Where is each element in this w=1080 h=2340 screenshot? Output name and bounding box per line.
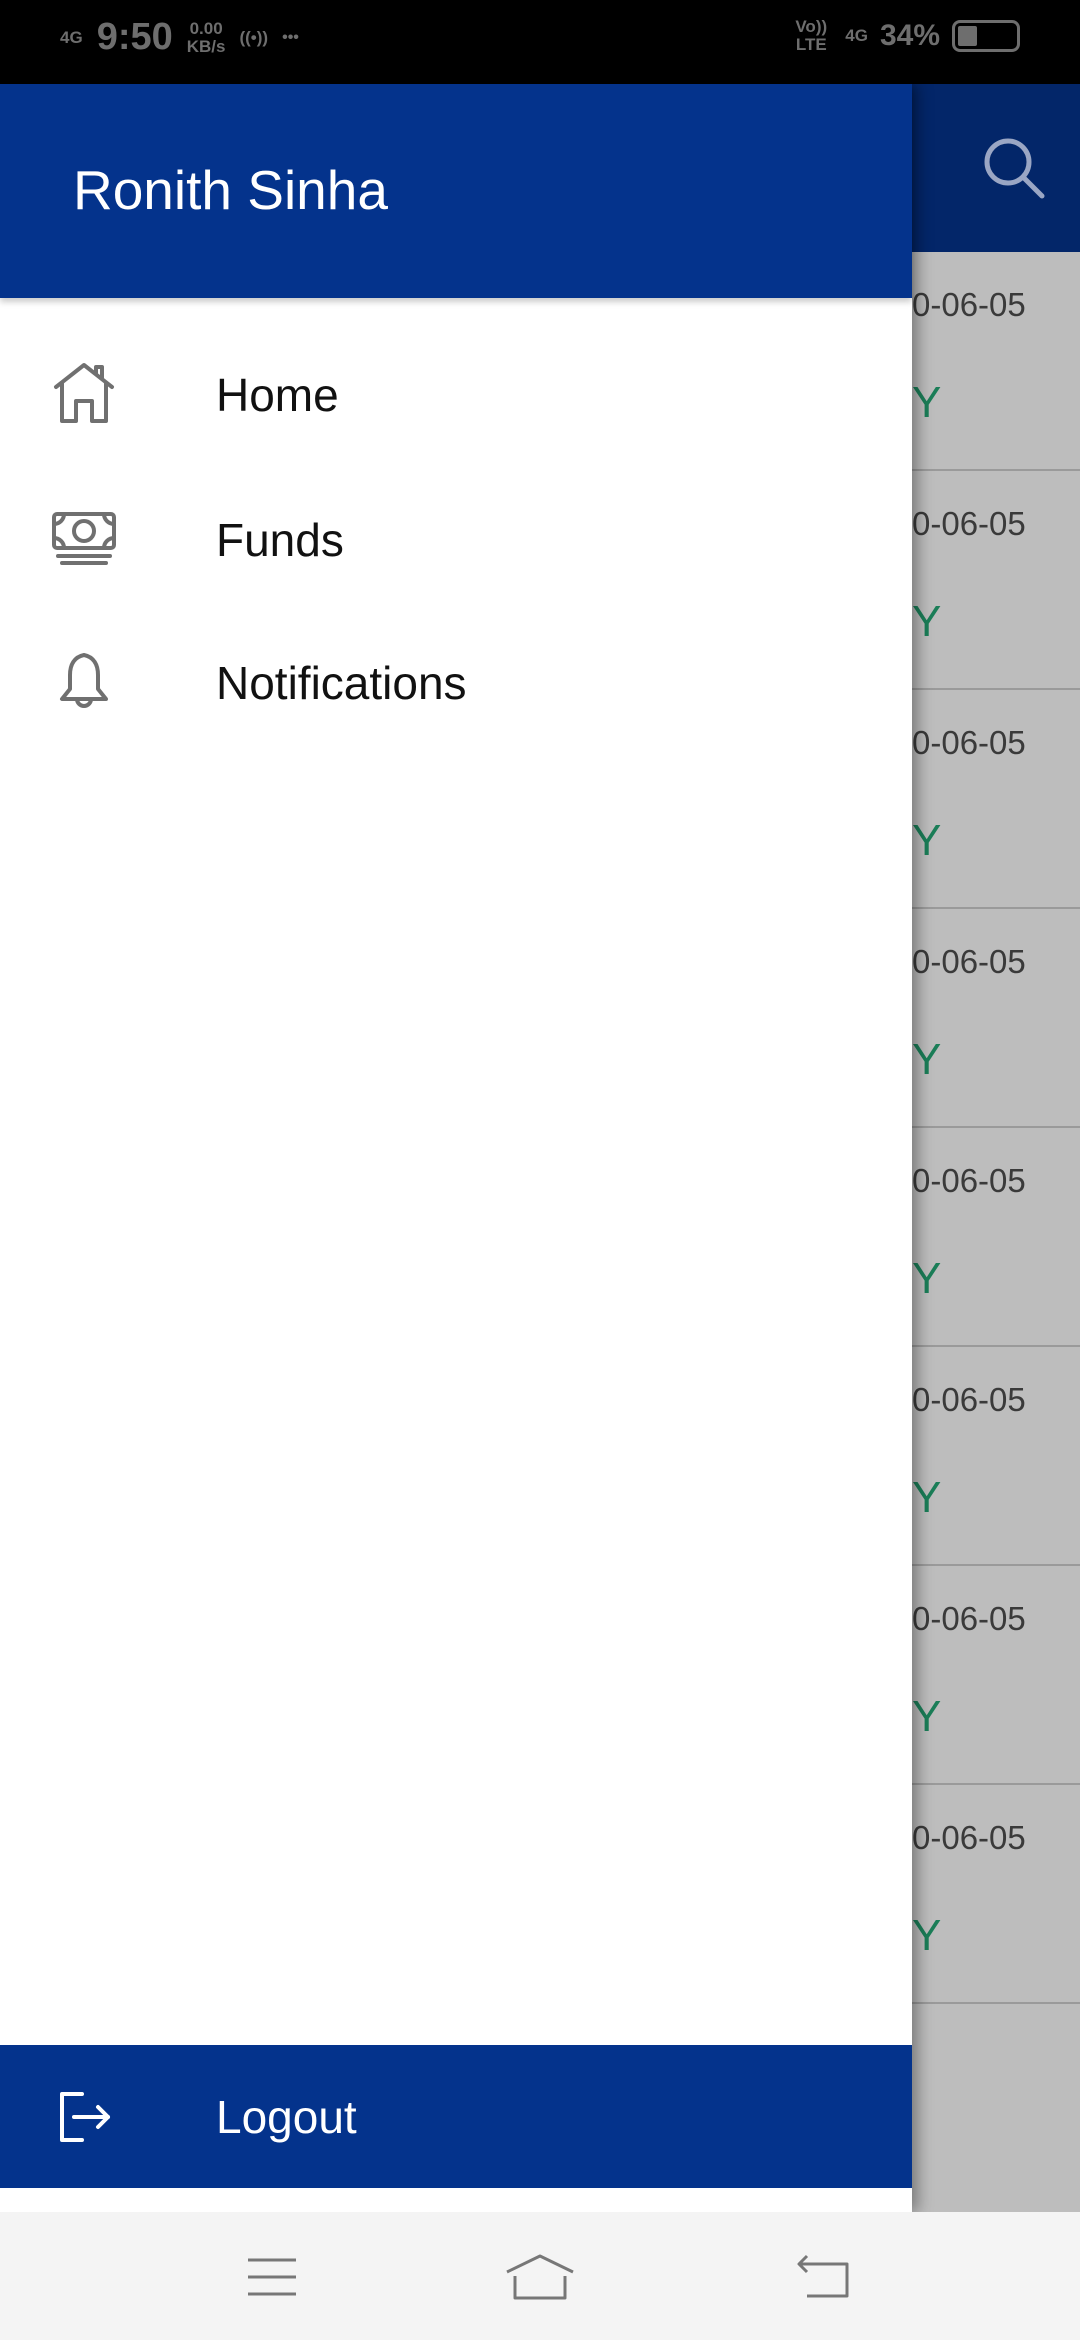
back-icon[interactable] (795, 2252, 855, 2302)
item-flag: Y (912, 1035, 942, 1084)
search-icon[interactable] (980, 134, 1050, 204)
item-flag: Y (912, 816, 942, 865)
item-flag: Y (912, 1692, 942, 1741)
item-flag: Y (912, 597, 942, 646)
drawer-item-label: Home (216, 369, 339, 421)
item-flag: Y (912, 1473, 942, 1522)
item-flag: Y (912, 1911, 942, 1960)
item-date: 0-06-05 (912, 724, 1026, 761)
navigation-drawer: Ronith Sinha Home Funds Notifications Lo… (0, 84, 912, 2212)
network-indicator: 4G (60, 27, 83, 47)
logout-label: Logout (216, 2090, 357, 2143)
system-nav-bar (0, 2212, 1080, 2340)
more-icon: ••• (282, 28, 299, 46)
user-name: Ronith Sinha (73, 159, 388, 221)
drawer-item-funds[interactable]: Funds (0, 475, 912, 605)
item-date: 0-06-05 (912, 1600, 1026, 1637)
battery-percent: 34% (879, 19, 940, 52)
speed-value: 0.00 (189, 18, 223, 38)
item-date: 0-06-05 (912, 943, 1026, 980)
battery-icon (952, 20, 1020, 52)
network-indicator-right: 4G (845, 26, 868, 45)
item-date: 0-06-05 (912, 1819, 1026, 1856)
hotspot-icon: ((•)) (239, 27, 269, 47)
menu-icon[interactable] (242, 2252, 302, 2302)
volte-indicator: Vo)) LTE (795, 17, 828, 54)
logout-button[interactable]: Logout (0, 2045, 912, 2188)
speed-unit: KB/s (186, 36, 226, 56)
item-date: 0-06-05 (912, 286, 1026, 323)
bell-icon (60, 653, 108, 708)
item-flag: Y (912, 378, 942, 427)
money-icon (52, 512, 116, 565)
item-flag: Y (912, 1254, 942, 1303)
item-date: 0-06-05 (912, 1381, 1026, 1418)
drawer-header: Ronith Sinha (0, 84, 912, 298)
drawer-item-label: Notifications (216, 657, 467, 709)
drawer-item-label: Funds (216, 514, 344, 566)
logout-icon (60, 2091, 110, 2142)
status-bar: 4G 9:50 0.00 KB/s ((•)) ••• Vo)) LTE 4G 3… (0, 0, 1080, 84)
home-nav-icon[interactable] (505, 2252, 575, 2302)
item-date: 0-06-05 (912, 1162, 1026, 1199)
drawer-item-home[interactable]: Home (0, 330, 912, 460)
item-date: 0-06-05 (912, 505, 1026, 542)
clock: 9:50 (96, 16, 173, 58)
network-speed: 0.00 KB/s (186, 18, 226, 56)
home-icon (54, 363, 114, 423)
drawer-item-notifications[interactable]: Notifications (0, 618, 912, 748)
